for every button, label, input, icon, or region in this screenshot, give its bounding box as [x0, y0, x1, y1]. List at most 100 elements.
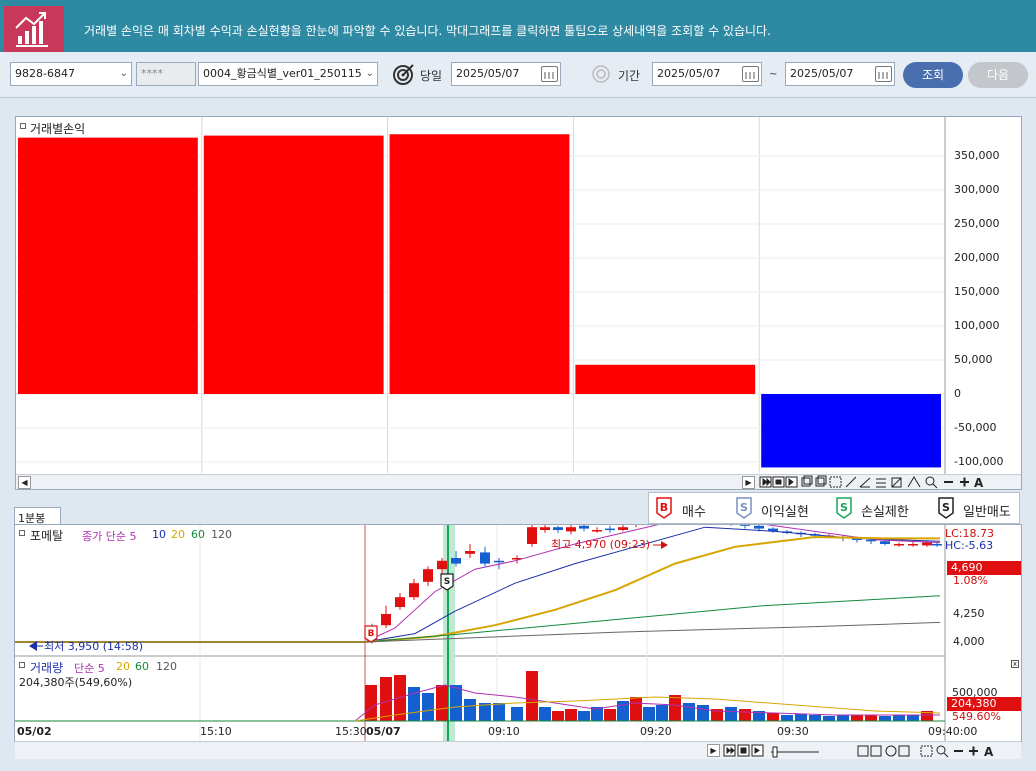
- pnl-ytick: 250,000: [954, 217, 1000, 230]
- scroll-right-icon[interactable]: ▶: [707, 744, 720, 757]
- scroll-right-icon[interactable]: ▶: [742, 476, 755, 489]
- pnl-ytick: 100,000: [954, 319, 1000, 332]
- strategy-value: 0004_황금식별_ver01_250115: [203, 67, 362, 80]
- time-axis-label: 09:40:00: [928, 725, 978, 738]
- volume-bar: [851, 715, 863, 721]
- order-type-legend: B 매수 S 이익실현 S 손실제한 S 일반매도: [648, 492, 1020, 524]
- scroll-left-icon[interactable]: ◀: [18, 476, 31, 489]
- candle-body: [932, 544, 942, 546]
- series-marker-icon: [19, 530, 25, 536]
- volume-bar: [565, 709, 577, 721]
- time-axis-label: 05/02: [17, 725, 52, 738]
- pnl-bar: [575, 364, 756, 394]
- volume-bar: [450, 685, 462, 721]
- svg-text:S: S: [740, 501, 748, 514]
- chart-tools-icons[interactable]: A: [723, 743, 1019, 759]
- legend-normal-sell: 일반매도: [963, 505, 1011, 520]
- volume-bar: [893, 715, 905, 721]
- candle-body: [423, 569, 433, 582]
- strategy-select[interactable]: 0004_황금식별_ver01_250115 ⌄: [198, 62, 378, 86]
- pnl-scrollbar[interactable]: ◀ ▶ A: [16, 474, 1021, 490]
- ma-60: 60: [191, 528, 205, 541]
- pnl-ytick: -50,000: [954, 421, 997, 434]
- volume-bar: [464, 699, 476, 721]
- calendar-icon[interactable]: [742, 66, 759, 82]
- current-volume-pct: 549.60%: [952, 710, 1001, 723]
- ma-120: 120: [211, 528, 232, 541]
- buy-marker-icon: B: [656, 497, 672, 519]
- volume-bar: [539, 707, 551, 721]
- volume-bar: [380, 677, 392, 721]
- time-axis-label: 15:30: [335, 725, 367, 738]
- volume-bar: [865, 715, 877, 721]
- end-date-input[interactable]: 2025/05/07: [785, 62, 895, 86]
- candle-body: [754, 525, 764, 529]
- candle-body: [592, 530, 602, 532]
- hc-label: HC:-5.63: [945, 539, 994, 552]
- sell-marker-icon: S: [938, 497, 954, 519]
- target-icon[interactable]: [392, 62, 416, 86]
- account-select[interactable]: 9828-6847 ⌄: [10, 62, 132, 86]
- candle-body: [527, 527, 537, 544]
- candle-body: [553, 527, 563, 530]
- current-volume: 204,380주(549,60%): [19, 676, 133, 689]
- interval-tab[interactable]: 1분봉: [14, 507, 61, 525]
- svg-text:A: A: [984, 745, 994, 759]
- ma5-line: [15, 525, 941, 643]
- pnl-bar: [203, 135, 384, 394]
- stoploss-marker-icon: S: [836, 497, 852, 519]
- volume-bar: [907, 715, 919, 721]
- current-price: 4,690: [951, 561, 983, 574]
- ma-10: 10: [152, 528, 166, 541]
- period-radio-icon[interactable]: [591, 64, 611, 84]
- pnl-bar: [389, 134, 570, 395]
- marker-letter: B: [368, 629, 375, 639]
- pnl-bar-chart[interactable]: [15, 116, 1022, 474]
- ma10-line: [15, 526, 941, 643]
- start-date-input[interactable]: 2025/05/07: [652, 62, 762, 86]
- buy-marker: B: [364, 625, 378, 643]
- pnl-ytick: 0: [954, 387, 961, 400]
- ma20-line: [15, 535, 940, 643]
- price-candlestick-chart[interactable]: BS: [15, 525, 1021, 741]
- low-label: 최저 3,950 (14:58): [44, 640, 144, 653]
- candle-body: [740, 525, 750, 526]
- volume-bar: [656, 705, 668, 721]
- volume-bar: [422, 693, 434, 721]
- chart-tools-icons[interactable]: A: [758, 475, 1020, 490]
- volume-bar: [604, 709, 616, 721]
- start-date-value: 2025/05/07: [657, 67, 721, 80]
- candle-body: [451, 558, 461, 564]
- search-button[interactable]: 조회: [903, 62, 963, 88]
- calendar-icon[interactable]: [875, 66, 892, 82]
- volume-bar: [879, 716, 891, 721]
- volume-bar: [552, 711, 564, 721]
- marker-letter: S: [444, 577, 450, 587]
- price-scrollbar[interactable]: ▶ A: [15, 741, 1021, 759]
- vol-ma-120: 120: [156, 660, 177, 673]
- candle-body: [494, 560, 504, 563]
- volume-bar: [643, 707, 655, 721]
- high-arrow-icon: [661, 541, 668, 549]
- candle-body: [579, 525, 589, 529]
- password-field[interactable]: ****: [136, 62, 196, 86]
- ma-5: 5: [129, 530, 137, 543]
- password-mask: ****: [141, 67, 163, 80]
- today-date-value: 2025/05/07: [456, 67, 520, 80]
- pnl-ytick: 350,000: [954, 149, 1000, 162]
- close-pane-icon[interactable]: x: [1011, 660, 1019, 668]
- next-button[interactable]: 다음: [968, 62, 1028, 88]
- svg-text:B: B: [660, 501, 668, 514]
- volume-bar: [436, 685, 448, 721]
- candle-body: [480, 552, 490, 564]
- candle-body: [437, 560, 447, 570]
- volume-bar: [669, 695, 681, 721]
- candle-body: [540, 527, 550, 530]
- ma-legend-prefix: 종가 단순 5: [82, 528, 136, 544]
- calendar-icon[interactable]: [541, 66, 558, 82]
- account-value: 9828-6847: [15, 67, 75, 80]
- pnl-bar: [18, 137, 198, 394]
- today-date-input[interactable]: 2025/05/07: [451, 62, 561, 86]
- candle-body: [922, 542, 932, 546]
- volume-bar: [493, 703, 505, 721]
